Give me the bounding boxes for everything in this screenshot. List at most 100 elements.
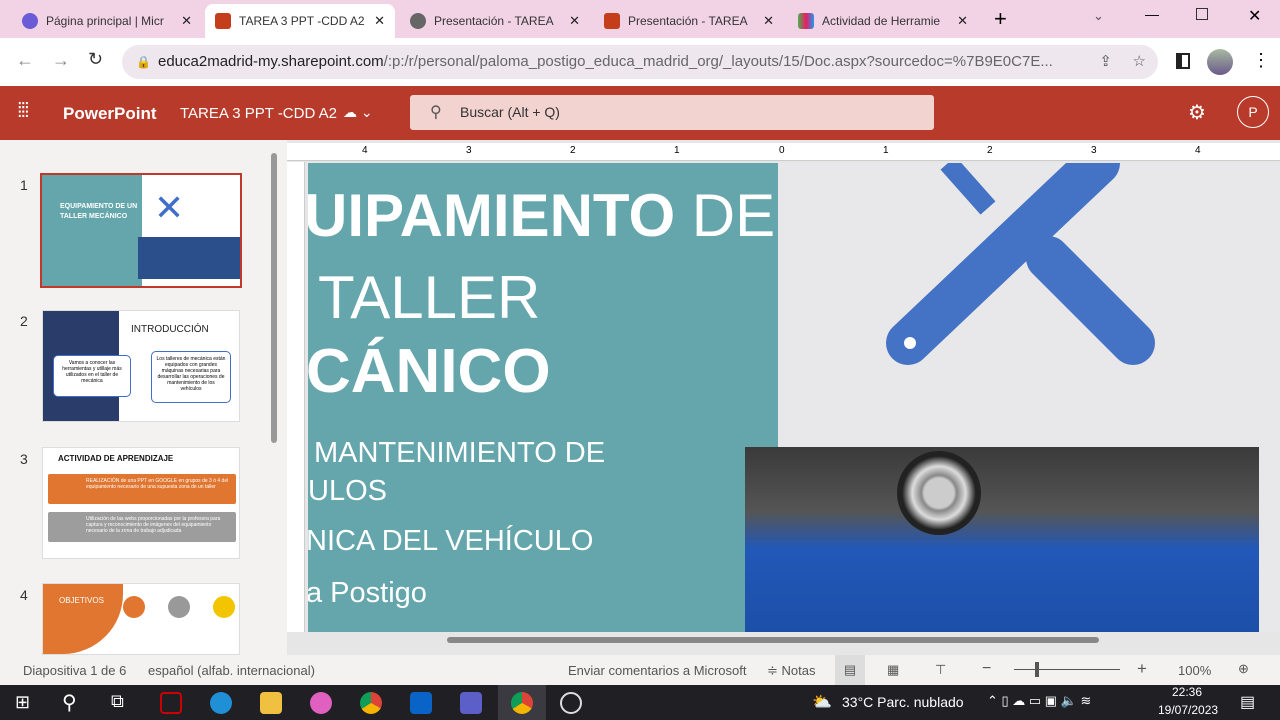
search-input[interactable]: ⚲ Buscar (Alt + Q) (410, 95, 934, 130)
zoom-out-button[interactable]: − (982, 660, 991, 678)
slide-canvas[interactable]: UIPAMIENTO DE TALLER CÁNICO MANTENIMIENT… (308, 163, 1280, 632)
url-bar[interactable]: 🔒 educa2madrid-my.sharepoint.com/:p:/r/pe… (122, 45, 1158, 79)
slide-title-light: DE (675, 182, 776, 249)
language-button[interactable]: español (alfab. internacional) (148, 663, 315, 678)
ruler-label: 3 (1091, 145, 1097, 156)
system-tray-icons[interactable]: ⌃ ▯ ☁ ▭ ▣ 🔈 ≋ (987, 693, 1091, 709)
search-placeholder: Buscar (Alt + Q) (460, 104, 560, 120)
settings-gear-icon[interactable]: ⚙ (1188, 100, 1206, 125)
acrobat-icon[interactable] (160, 692, 182, 714)
reload-button[interactable]: ↻ (88, 49, 103, 70)
ruler-label: 2 (570, 145, 576, 156)
notes-button[interactable]: ≑ Notas (767, 663, 815, 679)
ruler-label: 4 (362, 145, 368, 156)
back-button[interactable]: ← (16, 50, 34, 71)
slide-subtitle: MANTENIMIENTO DE (314, 437, 606, 469)
chrome-icon[interactable] (360, 692, 382, 714)
browser-tab[interactable]: Actividad de Herramie ✕ (788, 4, 978, 38)
ruler-label: 1 (883, 145, 889, 156)
slide-subtitle: NICA DEL VEHÍCULO (308, 525, 594, 557)
thumb-item: REALIZACIÓN de una PPT en GOOGLE en grup… (48, 474, 236, 504)
horizontal-scrollbar[interactable] (447, 637, 1099, 643)
maximize-button[interactable] (1196, 8, 1208, 20)
app-launcher-icon[interactable]: ⁞⁞⁞ (17, 100, 30, 123)
ruler-label: 2 (987, 145, 993, 156)
slide-subtitle: ULOS (308, 475, 387, 507)
slide-thumbnail-4[interactable]: OBJETIVOS (42, 583, 240, 655)
slide-thumbnail-1[interactable]: EQUIPAMIENTO DE UN TALLER MECÁNICO ✕ (40, 173, 242, 288)
close-tab-icon[interactable]: ✕ (374, 13, 385, 29)
garage-photo[interactable] (745, 447, 1259, 632)
slide-thumbnail-2[interactable]: INTRODUCCIÓN Vamos a conocer las herrami… (42, 310, 240, 422)
normal-view-button[interactable]: ▤ (835, 655, 865, 685)
tab-search-icon[interactable]: ⌄ (1093, 8, 1104, 24)
slide-number: 3 (20, 451, 28, 467)
close-tab-icon[interactable]: ✕ (181, 13, 192, 29)
wrench-screwdriver-icon: ✕ (154, 187, 185, 228)
browser-tab[interactable]: Presentación - TAREA ✕ (594, 4, 784, 38)
close-tab-icon[interactable]: ✕ (569, 13, 580, 29)
lock-icon: 🔒 (136, 55, 151, 69)
app-icon (798, 13, 814, 29)
user-avatar[interactable]: P (1237, 96, 1269, 128)
notifications-icon[interactable]: ▤ (1240, 692, 1255, 712)
obs-icon[interactable] (560, 692, 582, 714)
browser-tab[interactable]: Presentación - TAREA ✕ (400, 4, 590, 38)
task-view-icon[interactable]: ⧉ (111, 691, 124, 712)
weather-widget[interactable]: 33°C Parc. nublado (842, 694, 964, 710)
zoom-in-button[interactable]: + (1137, 659, 1147, 679)
browser-menu-icon[interactable]: ⋮ (1252, 50, 1270, 71)
forward-button[interactable]: → (52, 50, 70, 71)
globe-icon (410, 13, 426, 29)
document-title[interactable]: TAREA 3 PPT -CDD A2 (180, 105, 337, 122)
ruler-label: 0 (779, 145, 785, 156)
car-wheel (897, 451, 981, 535)
close-window-button[interactable]: ✕ (1248, 6, 1261, 26)
search-icon[interactable]: ⚲ (62, 690, 77, 715)
powerpoint-icon (215, 13, 231, 29)
side-panel-icon[interactable] (1176, 53, 1190, 69)
zoom-level[interactable]: 100% (1178, 663, 1211, 678)
presenter-view-button[interactable]: ⊤ (935, 662, 946, 678)
minimize-button[interactable]: — (1145, 6, 1159, 22)
profile-avatar[interactable] (1207, 49, 1233, 75)
browser-tab-active[interactable]: TAREA 3 PPT -CDD A2 ✕ (205, 4, 395, 38)
ruler-label: 3 (466, 145, 472, 156)
notes-label: Notas (781, 663, 816, 678)
browser-tab[interactable]: Página principal | Micr ✕ (12, 4, 202, 38)
clock-time[interactable]: 22:36 (1172, 685, 1202, 699)
close-tab-icon[interactable]: ✕ (763, 13, 774, 29)
share-icon[interactable]: ⇪ (1099, 45, 1112, 79)
fit-to-window-icon[interactable]: ⊕ (1238, 661, 1249, 677)
slide-author: a Postigo (308, 577, 427, 609)
microsoft-icon (22, 13, 38, 29)
browser-tab-bar: Página principal | Micr ✕ TAREA 3 PPT -CD… (0, 0, 1280, 38)
app-name[interactable]: PowerPoint (63, 104, 157, 124)
saved-status-icon[interactable]: ☁ ⌄ (343, 104, 373, 121)
thumb-box: Los talleres de mecánica están equipados… (151, 351, 231, 403)
chrome-icon (511, 692, 533, 714)
thumbnail-scrollbar[interactable] (271, 153, 277, 443)
clock-date[interactable]: 19/07/2023 (1158, 703, 1218, 717)
teams-icon[interactable] (460, 692, 482, 714)
horizontal-ruler: 4 3 2 1 0 1 2 3 4 (287, 143, 1280, 161)
ruler-label: 4 (1195, 145, 1201, 156)
file-explorer-icon[interactable] (260, 692, 282, 714)
vertical-ruler (287, 162, 305, 632)
bookmark-star-icon[interactable]: ☆ (1133, 45, 1146, 79)
outlook-icon[interactable] (410, 692, 432, 714)
close-tab-icon[interactable]: ✕ (957, 13, 968, 29)
slide-thumbnail-3[interactable]: ACTIVIDAD DE APRENDIZAJE REALIZACIÓN de … (42, 447, 240, 559)
slide-sorter-button[interactable]: ▦ (887, 662, 899, 678)
feedback-button[interactable]: Enviar comentarios a Microsoft (568, 663, 746, 678)
zoom-slider[interactable] (1014, 662, 1120, 677)
edge-icon[interactable] (210, 692, 232, 714)
slide-title-line2: TALLER (318, 264, 541, 331)
thumb-item: Utilización de las webs proporcionadas p… (48, 512, 236, 542)
new-tab-button[interactable]: + (994, 6, 1007, 32)
chrome-active-button[interactable] (498, 685, 546, 720)
powerpoint-icon (604, 13, 620, 29)
windows-start-icon[interactable]: ⊞ (15, 692, 30, 713)
itunes-icon[interactable] (310, 692, 332, 714)
zoom-slider-thumb[interactable] (1035, 662, 1039, 677)
